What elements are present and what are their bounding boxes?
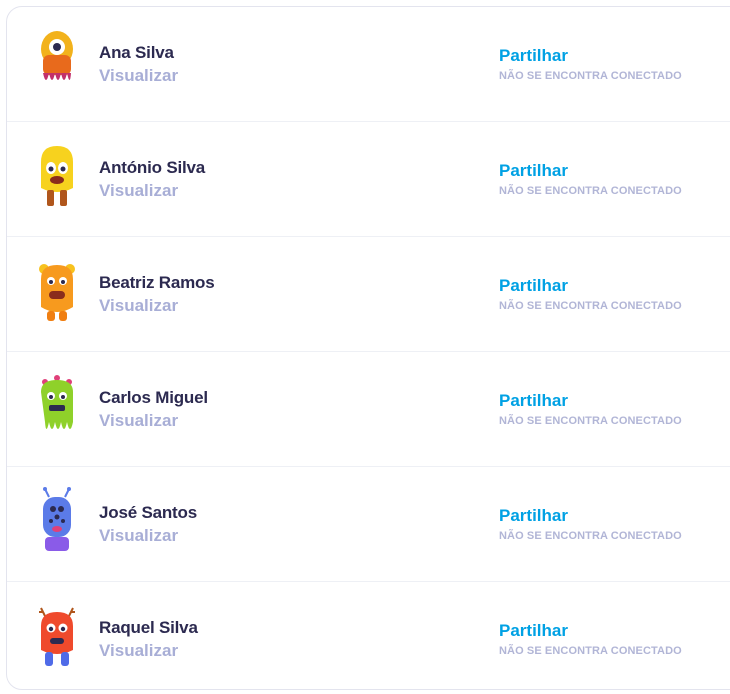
student-name: José Santos bbox=[99, 503, 197, 522]
connection-status: NÃO SE ENCONTRA CONECTADO bbox=[499, 415, 682, 427]
share-button[interactable]: Partilhar bbox=[499, 276, 568, 296]
connection-status: NÃO SE ENCONTRA CONECTADO bbox=[499, 530, 682, 542]
red-antler-monster-icon bbox=[39, 607, 75, 666]
student-row: António Silva Visualizar Partilhar NÃO S… bbox=[7, 122, 730, 237]
student-row: Ana Silva Visualizar Partilhar NÃO SE EN… bbox=[7, 7, 730, 122]
view-button[interactable]: Visualizar bbox=[99, 181, 178, 201]
view-button[interactable]: Visualizar bbox=[99, 641, 178, 661]
green-slime-monster-icon bbox=[41, 375, 73, 429]
student-name: António Silva bbox=[99, 158, 206, 177]
student-list-card: Ana Silva Visualizar Partilhar NÃO SE EN… bbox=[6, 6, 730, 690]
student-name: Carlos Miguel bbox=[99, 388, 208, 407]
share-button[interactable]: Partilhar bbox=[499, 506, 568, 526]
connection-status: NÃO SE ENCONTRA CONECTADO bbox=[499, 300, 682, 312]
yellow-cyclops-monster-icon bbox=[41, 31, 73, 80]
view-button[interactable]: Visualizar bbox=[99, 66, 178, 86]
view-button[interactable]: Visualizar bbox=[99, 296, 178, 316]
connection-status: NÃO SE ENCONTRA CONECTADO bbox=[499, 645, 682, 657]
connection-status: NÃO SE ENCONTRA CONECTADO bbox=[499, 185, 682, 197]
view-button[interactable]: Visualizar bbox=[99, 411, 178, 431]
share-button[interactable]: Partilhar bbox=[499, 621, 568, 641]
share-button[interactable]: Partilhar bbox=[499, 46, 568, 66]
student-row: Carlos Miguel Visualizar Partilhar NÃO S… bbox=[7, 352, 730, 467]
student-row: Beatriz Ramos Visualizar Partilhar NÃO S… bbox=[7, 237, 730, 352]
blue-spotted-monster-icon bbox=[43, 487, 71, 551]
yellow-hairy-monster-icon bbox=[41, 146, 73, 206]
share-button[interactable]: Partilhar bbox=[499, 161, 568, 181]
orange-bear-monster-icon bbox=[39, 264, 75, 321]
student-name: Beatriz Ramos bbox=[99, 273, 215, 292]
share-button[interactable]: Partilhar bbox=[499, 391, 568, 411]
student-row: Raquel Silva Visualizar Partilhar NÃO SE… bbox=[7, 582, 730, 689]
student-name: Raquel Silva bbox=[99, 618, 198, 637]
student-row: José Santos Visualizar Partilhar NÃO SE … bbox=[7, 467, 730, 582]
student-name: Ana Silva bbox=[99, 43, 174, 62]
view-button[interactable]: Visualizar bbox=[99, 526, 178, 546]
connection-status: NÃO SE ENCONTRA CONECTADO bbox=[499, 70, 682, 82]
